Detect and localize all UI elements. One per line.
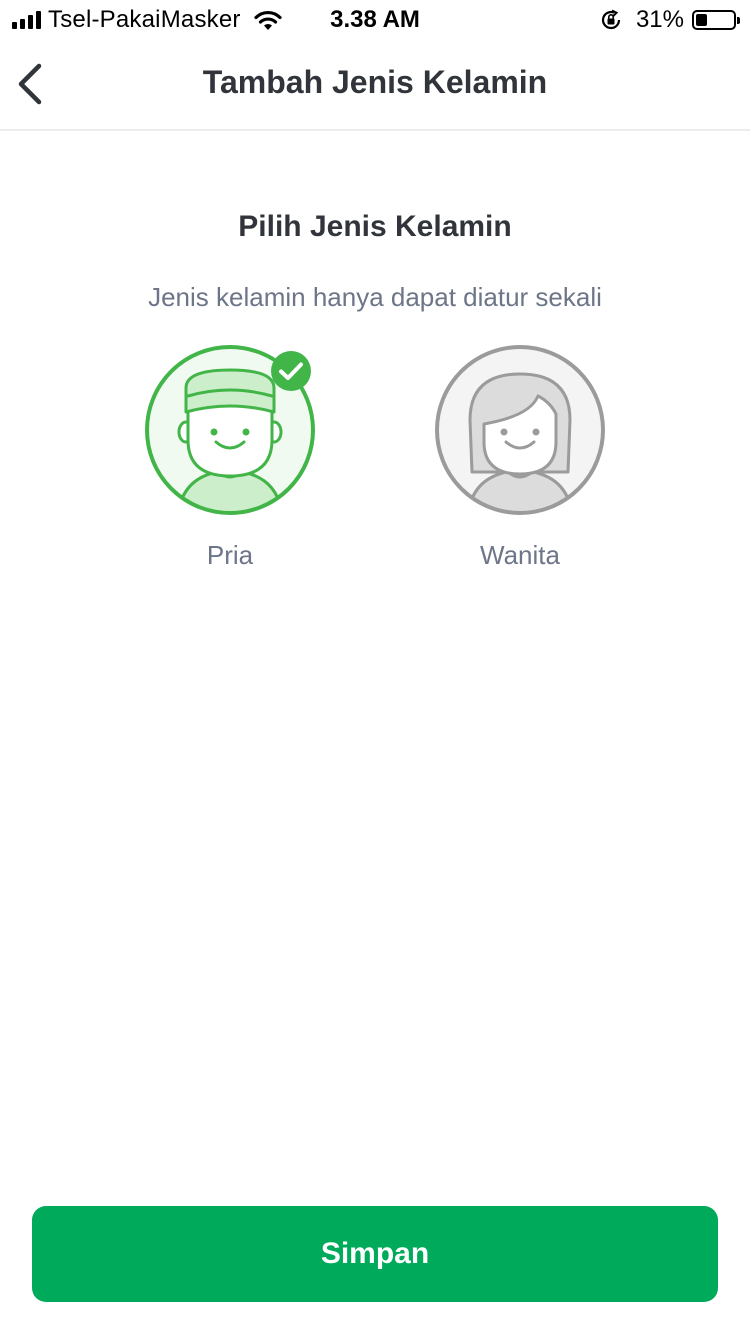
battery-fill: [696, 14, 707, 26]
section-title: Pilih Jenis Kelamin: [238, 210, 512, 243]
section-subtitle: Jenis kelamin hanya dapat diatur sekali: [148, 282, 602, 312]
orientation-lock-icon: [601, 9, 621, 30]
gender-option-male[interactable]: Pria: [144, 344, 316, 584]
status-bar-right: 31%: [600, 6, 740, 34]
save-button[interactable]: Simpan: [32, 1206, 718, 1302]
status-bar: Tsel-PakaiMasker 3.38 AM 31%: [0, 0, 750, 40]
battery-icon: [692, 10, 740, 30]
female-avatar-icon: [435, 345, 605, 515]
app-header: Tambah Jenis Kelamin: [0, 40, 750, 131]
check-icon: [271, 351, 311, 391]
gender-option-label: Pria: [206, 540, 254, 570]
gender-option-label: Wanita: [480, 540, 560, 570]
page-title: Tambah Jenis Kelamin: [202, 64, 548, 100]
gender-option-female[interactable]: Wanita: [434, 344, 606, 584]
battery-percent: 31%: [635, 6, 684, 33]
